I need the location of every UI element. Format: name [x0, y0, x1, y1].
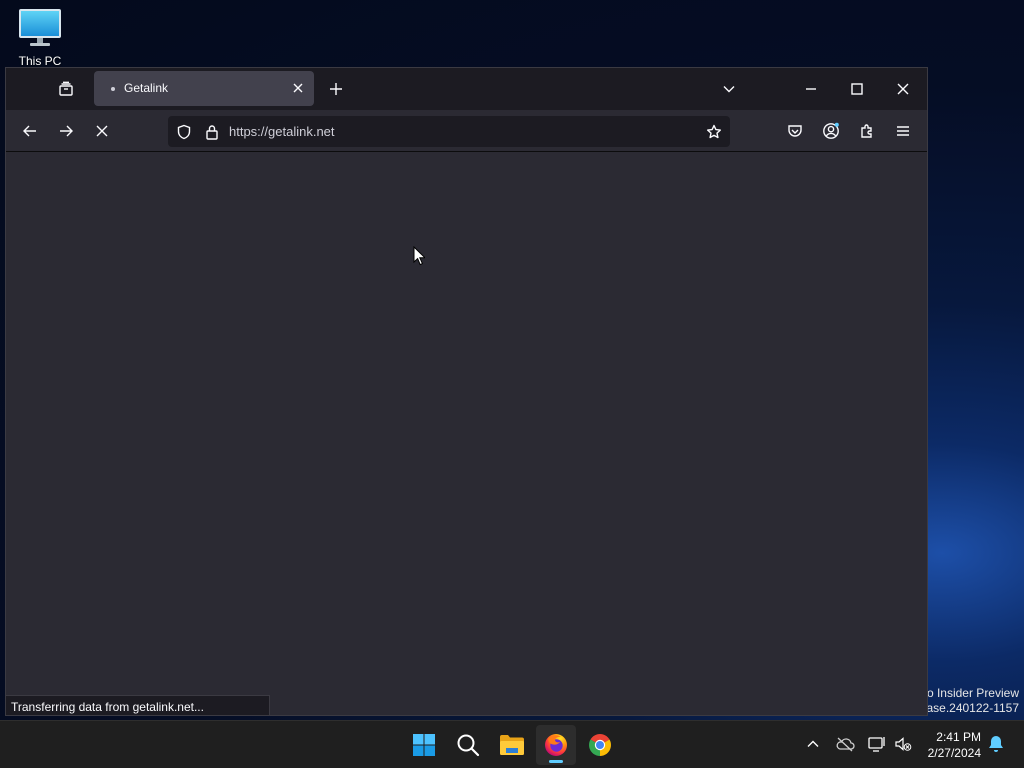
search-icon[interactable]	[448, 725, 488, 765]
file-explorer-icon[interactable]	[492, 725, 532, 765]
stop-icon[interactable]	[91, 120, 113, 142]
hamburger-icon[interactable]	[892, 120, 914, 142]
plus-icon[interactable]	[326, 79, 346, 99]
maximize-icon[interactable]	[846, 78, 868, 100]
close-icon[interactable]	[892, 78, 914, 100]
clock-time: 2:41 PM	[936, 730, 981, 744]
windows-watermark: ro Insider Preview ease.240122-1157	[920, 686, 1019, 716]
watermark-line-2: ease.240122-1157	[919, 701, 1019, 715]
account-icon[interactable]	[820, 120, 842, 142]
onedrive-offline-icon[interactable]	[834, 733, 856, 755]
collection-icon[interactable]	[54, 77, 78, 101]
system-clock[interactable]: 2:41 PM 2/27/2024	[928, 729, 981, 761]
mouse-cursor-icon	[413, 246, 425, 266]
puzzle-icon[interactable]	[856, 120, 878, 142]
url-bar[interactable]: https://getalink.net	[168, 116, 730, 147]
page-content[interactable]: Transferring data from getalink.net...	[6, 152, 927, 715]
watermark-line-1: ro Insider Preview	[922, 686, 1019, 700]
start-icon[interactable]	[404, 725, 444, 765]
chevron-up-icon[interactable]	[804, 733, 822, 755]
arrow-right-icon[interactable]	[55, 120, 77, 142]
active-indicator	[549, 760, 563, 763]
desktop-icon-this-pc[interactable]: This PC	[14, 8, 66, 68]
browser-window: Getalink https://getalink.net Transferri…	[5, 67, 928, 716]
minimize-icon[interactable]	[800, 78, 822, 100]
chrome-icon[interactable]	[580, 725, 620, 765]
lock-icon[interactable]	[202, 122, 222, 142]
monitor-icon	[18, 8, 62, 48]
status-text: Transferring data from getalink.net...	[6, 695, 270, 715]
navigation-toolbar: https://getalink.net	[6, 110, 927, 152]
star-icon[interactable]	[704, 122, 724, 142]
tab-loading-favicon	[111, 87, 115, 91]
chevron-down-icon[interactable]	[718, 78, 740, 100]
tab-close-icon[interactable]	[290, 80, 306, 96]
pocket-icon[interactable]	[784, 120, 806, 142]
desktop-icon-label: This PC	[18, 54, 62, 68]
volume-muted-icon[interactable]	[892, 733, 914, 755]
url-text[interactable]: https://getalink.net	[229, 124, 335, 139]
notification-bell-icon[interactable]	[986, 733, 1006, 755]
taskbar: 2:41 PM 2/27/2024	[0, 720, 1024, 768]
tab-bar: Getalink	[6, 68, 927, 110]
firefox-icon[interactable]	[536, 725, 576, 765]
clock-date: 2/27/2024	[927, 746, 981, 760]
arrow-left-icon[interactable]	[19, 120, 41, 142]
shield-icon[interactable]	[174, 122, 194, 142]
tab-title: Getalink	[124, 81, 169, 95]
tab-getalink[interactable]: Getalink	[94, 71, 314, 106]
network-icon[interactable]	[866, 733, 888, 755]
